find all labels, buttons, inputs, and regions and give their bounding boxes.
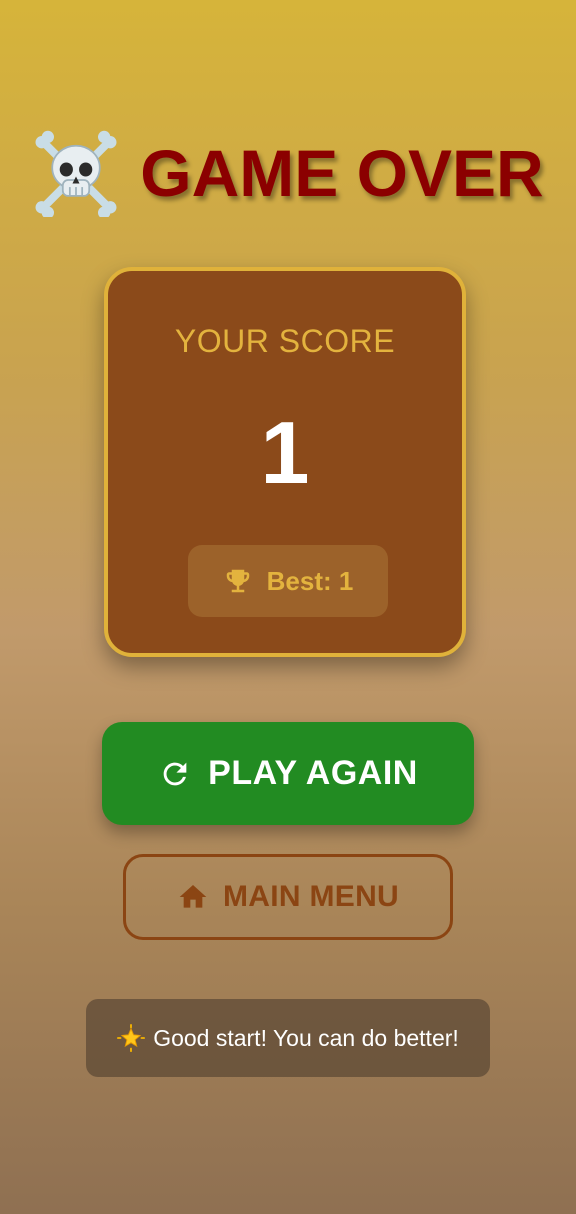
skull-and-crossbones-icon [35, 130, 117, 217]
score-value: 1 [260, 403, 310, 502]
play-again-button[interactable]: PLAY AGAIN [102, 722, 474, 825]
play-again-label: PLAY AGAIN [208, 754, 418, 792]
trophy-icon [226, 569, 249, 593]
score-card: YOUR SCORE 1 Best: 1 [104, 267, 466, 657]
glowing-star-icon [117, 1024, 146, 1052]
refresh-icon [163, 762, 187, 785]
game-over-title: GAME OVER [140, 136, 544, 210]
message-text: Good start! You can do better! [153, 1024, 459, 1051]
main-menu-button[interactable]: MAIN MENU [123, 854, 453, 940]
score-label: YOUR SCORE [174, 323, 396, 359]
best-score-badge: Best: 1 [188, 545, 388, 617]
encouragement-message: Good start! You can do better! [86, 999, 490, 1077]
game-over-header: GAME OVER [0, 128, 576, 218]
best-score-text: Best: 1 [266, 565, 354, 596]
home-icon [179, 885, 207, 908]
main-menu-label: MAIN MENU [222, 880, 400, 913]
